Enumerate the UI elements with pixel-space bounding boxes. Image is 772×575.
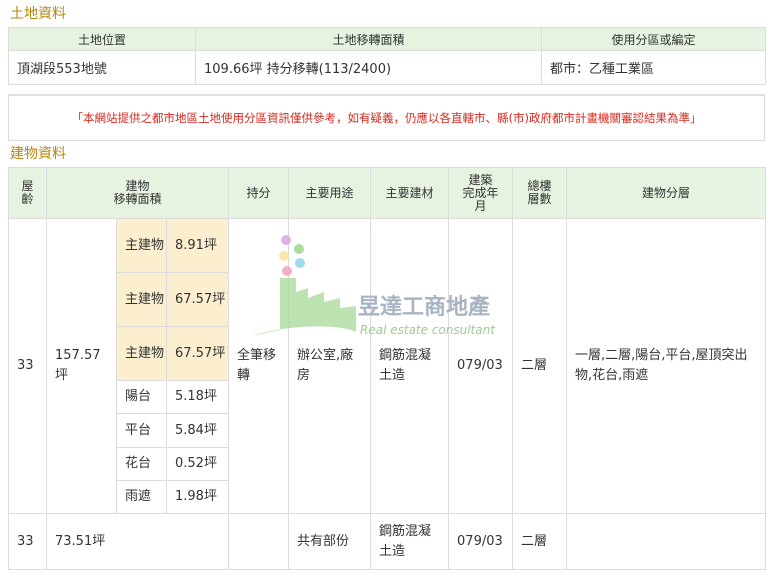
building-header-row: 屋齡 建物 移轉面積 持分 主要用途 主要建材 建築 完成年 月 總樓 層數 建… [8,167,767,219]
row1-floors: 二層 [512,218,568,514]
row2-division [566,513,767,570]
sub-item-value: 67.57坪 [165,326,230,381]
header-floors-line2: 層數 [527,192,552,206]
sub-item-label: 主建物 [116,272,167,327]
sub-item-label: 雨遮 [116,480,167,514]
header-floors: 總樓 層數 [512,167,568,219]
sub-item-value: 0.52坪 [165,447,230,481]
row1-completion: 079/03 [448,218,514,514]
header-completion-line1: 建築 [468,172,493,187]
row2-floors: 二層 [512,513,568,570]
land-header-location: 土地位置 [8,27,196,51]
sub-item-label: 陽台 [116,380,167,414]
zoning-notice: 「本網站提供之都市地區土地使用分區資訊僅供參考，如有疑義，仍應以各直轄市、縣(市… [8,94,765,141]
building-row-2: 33 73.51坪 共有部份 鋼筋混凝土造 079/03 二層 [8,513,767,570]
row1-use: 辦公室,廠房 [288,218,372,514]
header-completion-line2: 完成年 [462,185,499,200]
row2-completion: 079/03 [448,513,514,570]
row2-age: 33 [8,513,47,570]
sub-item-label: 平台 [116,413,167,448]
land-header-zoning: 使用分區或編定 [541,27,766,51]
building-table: 屋齡 建物 移轉面積 持分 主要用途 主要建材 建築 完成年 月 總樓 層數 建… [8,167,767,570]
sub-item-label: 主建物 [116,218,167,273]
row1-area: 157.57坪 [46,218,117,514]
sub-item-value: 8.91坪 [165,218,230,273]
land-zoning: 都市：乙種工業區 [541,50,766,85]
header-completion-line3: 月 [474,198,487,213]
row1-share: 全筆移轉 [228,218,290,514]
land-header-row: 土地位置 土地移轉面積 使用分區或編定 [8,27,766,51]
sub-item-value: 1.98坪 [165,480,230,514]
land-header-area: 土地移轉面積 [195,27,542,51]
sub-item-label: 花台 [116,447,167,481]
header-material: 主要建材 [370,167,450,219]
row2-use: 共有部份 [288,513,372,570]
land-table: 土地位置 土地移轉面積 使用分區或編定 頂湖段553地號 109.66坪 持分移… [8,27,766,85]
row2-share [228,513,290,570]
land-location: 頂湖段553地號 [8,50,196,85]
header-use: 主要用途 [288,167,372,219]
building-row-1: 33 157.57坪 主建物 8.91坪 全筆移轉 辦公室,廠房 鋼筋混凝土造 … [8,218,767,514]
row2-material: 鋼筋混凝土造 [370,513,450,570]
row1-division: 一層,二層,陽台,平台,屋頂突出物,花台,雨遮 [566,218,767,514]
header-division: 建物分層 [566,167,767,219]
header-completion: 建築 完成年 月 [448,167,514,219]
sub-item-label: 主建物 [116,326,167,381]
sub-item-value: 5.18坪 [165,380,230,414]
row1-age: 33 [8,218,47,514]
sub-item-value: 67.57坪 [165,272,230,327]
header-age: 屋齡 [8,167,47,219]
land-area: 109.66坪 持分移轉(113/2400) [195,50,542,85]
land-section-title: 土地資料 [10,6,66,22]
header-share: 持分 [228,167,290,219]
header-area: 建物 移轉面積 [45,167,230,219]
row1-material: 鋼筋混凝土造 [370,218,450,514]
land-row: 頂湖段553地號 109.66坪 持分移轉(113/2400) 都市：乙種工業區 [8,50,766,85]
header-area-line2: 移轉面積 [113,192,162,206]
building-section-title: 建物資料 [10,146,66,162]
sub-item-value: 5.84坪 [165,413,230,448]
row2-area: 73.51坪 [45,513,230,570]
